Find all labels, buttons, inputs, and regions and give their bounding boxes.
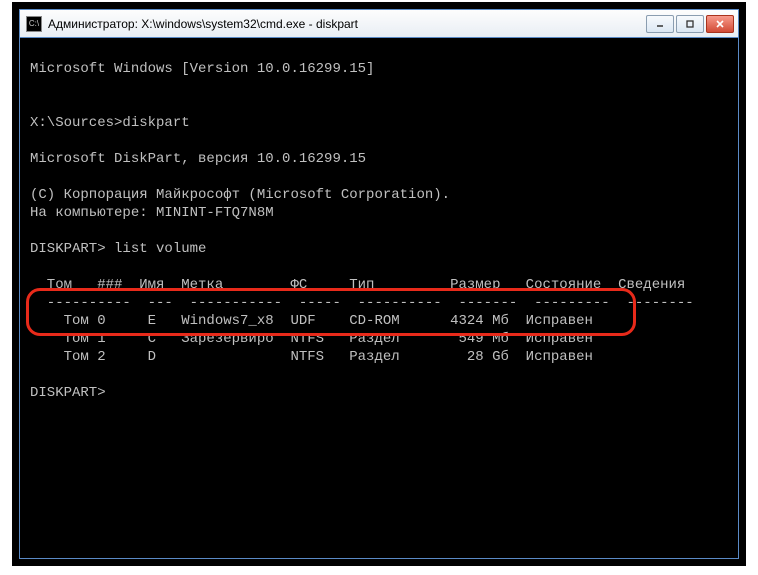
computer-line: На компьютере: MININT-FTQ7N8M <box>30 205 274 221</box>
table-header: Том ### Имя Метка ФС Тип Размер Состояни… <box>30 277 685 293</box>
close-button[interactable] <box>706 15 734 33</box>
copyright-line: (C) Корпорация Майкрософт (Microsoft Cor… <box>30 187 450 203</box>
console-output[interactable]: Microsoft Windows [Version 10.0.16299.15… <box>20 38 738 558</box>
diskpart-prompt: DISKPART> <box>30 385 106 401</box>
minimize-button[interactable] <box>646 15 674 33</box>
table-row: Том 2 D NTFS Раздел 28 Gб Исправен <box>30 349 593 365</box>
cmd-window: C:\ Администратор: X:\windows\system32\c… <box>19 9 739 559</box>
cmd-icon: C:\ <box>26 16 42 32</box>
table-row: Том 1 C Зарезервиро NTFS Раздел 549 Мб И… <box>30 331 593 347</box>
window-title: Администратор: X:\windows\system32\cmd.e… <box>48 17 644 31</box>
prompt-line: X:\Sources>diskpart <box>30 115 190 131</box>
maximize-button[interactable] <box>676 15 704 33</box>
version-line: Microsoft Windows [Version 10.0.16299.15… <box>30 61 374 77</box>
table-divider: ---------- --- ----------- ----- -------… <box>30 295 694 311</box>
table-row: Том 0 E Windows7_x8 UDF CD-ROM 4324 Мб И… <box>30 313 593 329</box>
window-controls <box>644 15 734 33</box>
diskpart-version: Microsoft DiskPart, версия 10.0.16299.15 <box>30 151 366 167</box>
outer-frame: C:\ Администратор: X:\windows\system32\c… <box>12 2 746 566</box>
diskpart-prompt: DISKPART> list volume <box>30 241 206 257</box>
title-bar[interactable]: C:\ Администратор: X:\windows\system32\c… <box>20 10 738 38</box>
